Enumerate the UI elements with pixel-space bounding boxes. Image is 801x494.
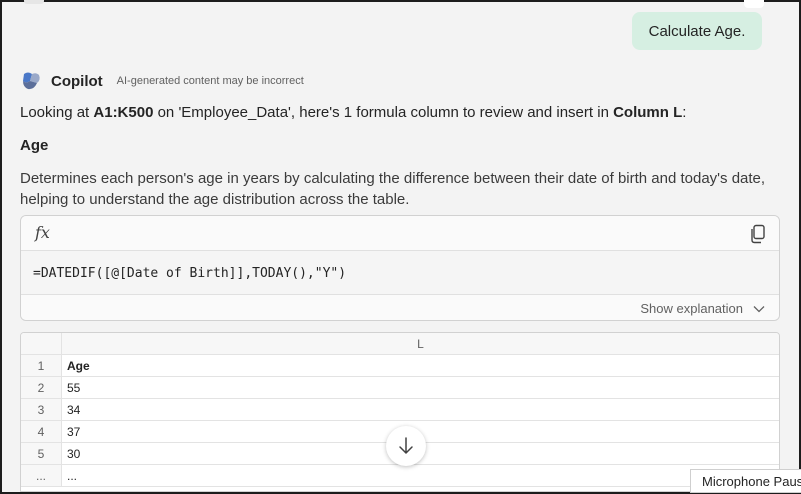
intro-text: Looking at A1:K500 on 'Employee_Data', h… (20, 103, 790, 123)
row-number: 3 (21, 399, 62, 420)
arrow-down-icon (399, 437, 413, 454)
column-header-l: L (417, 336, 424, 351)
scroll-down-button[interactable] (386, 426, 426, 466)
previous-bubble-fragment (744, 0, 764, 8)
ai-disclaimer: AI-generated content may be incorrect (116, 75, 304, 87)
show-explanation-button[interactable]: Show explanation (640, 301, 765, 316)
formula-card-footer: Show explanation (21, 294, 779, 320)
section-title: Age (20, 137, 49, 154)
copy-icon[interactable] (749, 224, 767, 244)
intro-range: A1:K500 (93, 104, 154, 121)
previous-message-fragment (24, 0, 44, 4)
user-message-bubble: Calculate Age. (632, 12, 762, 50)
row-number: 2 (21, 377, 62, 398)
chevron-down-icon (753, 305, 765, 312)
cell-value: 34 (67, 402, 81, 417)
fx-icon: fx (35, 223, 50, 242)
cell-value: ... (67, 468, 78, 483)
copilot-name: Copilot (51, 72, 103, 90)
intro-suffix: : (682, 104, 687, 121)
cell-value: 55 (67, 380, 81, 395)
preview-grid: L 1 Age 2 55 3 34 4 37 5 30 ... ... (20, 332, 780, 492)
row-number: 5 (21, 443, 62, 464)
formula-card-header: fx (21, 216, 779, 251)
intro-middle: on 'Employee_Data', here's 1 formula col… (153, 104, 614, 121)
copilot-header: Copilot AI-generated content may be inco… (20, 70, 304, 92)
row-number: ... (21, 465, 62, 486)
table-row: 1 Age (21, 355, 779, 377)
microphone-status-tooltip: Microphone Paused (690, 469, 801, 493)
row-number: 1 (21, 355, 62, 376)
formula-card: fx =DATEDIF([@[Date of Birth]],TODAY(),"… (20, 215, 780, 321)
grid-column-header-row: L (21, 333, 779, 355)
intro-prefix: Looking at (20, 104, 94, 121)
row-number: 4 (21, 421, 62, 442)
grid-corner (21, 333, 62, 354)
description-text: Determines each person's age in years by… (20, 170, 766, 208)
copilot-logo-icon (23, 72, 40, 90)
table-row: 3 34 (21, 399, 779, 421)
cell-value: Age (67, 358, 90, 373)
table-row: 2 55 (21, 377, 779, 399)
show-explanation-label: Show explanation (640, 301, 743, 316)
formula-text: =DATEDIF([@[Date of Birth]],TODAY(),"Y") (33, 266, 347, 281)
user-message-text: Calculate Age. (648, 22, 746, 40)
intro-column: Column L (613, 104, 683, 121)
table-row: ... ... (21, 465, 779, 487)
